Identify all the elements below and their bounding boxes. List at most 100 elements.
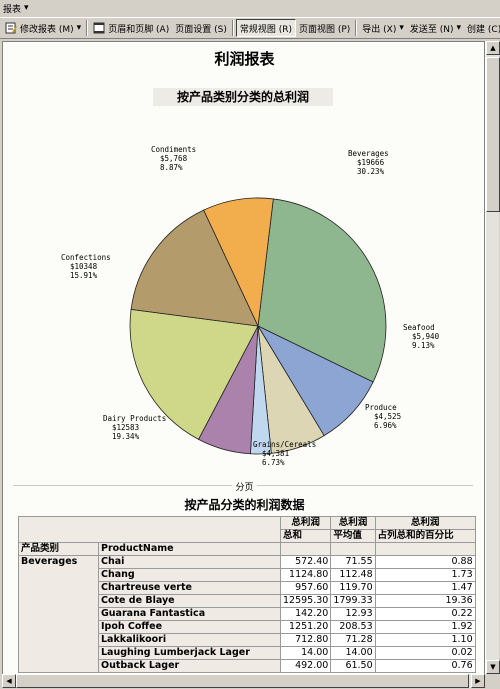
pct-cell: 0.02 bbox=[374, 646, 476, 660]
avg-cell: 14.00 bbox=[330, 646, 376, 660]
vertical-scrollbar[interactable]: ▲ ▼ bbox=[485, 41, 500, 674]
edit-report-button[interactable]: 修改报表 (M) ▾ bbox=[2, 19, 84, 37]
sum-cell: 572.40 bbox=[279, 555, 332, 569]
toolbar-separator bbox=[86, 20, 89, 36]
send-to-button[interactable]: 发送至 (N) ▾ bbox=[407, 19, 464, 37]
create-label: 创建 (C) bbox=[467, 24, 500, 35]
header-pct: 占列总和的百分比 bbox=[374, 529, 476, 543]
report-menu[interactable]: 报表 ▾ bbox=[3, 2, 29, 15]
header-footer-icon bbox=[93, 22, 105, 34]
pct-cell: 0.88 bbox=[374, 555, 476, 569]
sum-cell: 12595.30 bbox=[279, 594, 332, 608]
vertical-scroll-thumb[interactable] bbox=[486, 57, 500, 212]
create-button[interactable]: 创建 (C) ▾ bbox=[464, 19, 500, 37]
slice-label-name: Grains/Cereals bbox=[253, 440, 316, 449]
slice-label-name: Condiments bbox=[151, 145, 196, 154]
product-name-cell: Chang bbox=[98, 568, 281, 582]
sum-cell: 957.60 bbox=[279, 581, 332, 595]
avg-cell: 71.55 bbox=[330, 555, 376, 569]
report-view: 利润报表 按产品类别分类的总利润 Beverages $19666 30.23% Se… bbox=[2, 41, 485, 687]
scroll-right-button[interactable]: ▶ bbox=[471, 674, 485, 688]
header-footer-label: 页眉和页脚 (A) bbox=[108, 24, 170, 35]
dropdown-arrow-icon: ▾ bbox=[76, 23, 82, 33]
dropdown-arrow-icon: ▾ bbox=[456, 23, 462, 33]
slice-label-pct: 8.87% bbox=[160, 163, 183, 172]
product-name-cell: Laughing Lumberjack Lager bbox=[98, 646, 281, 660]
product-name-cell: Outback Lager bbox=[98, 659, 281, 673]
slice-label-amount: $12583 bbox=[112, 423, 139, 432]
export-button[interactable]: 导出 (X) ▾ bbox=[359, 19, 407, 37]
table-title: 按产品分类的利润数据 bbox=[184, 498, 305, 512]
table-body: Beverages Chai 572.40 71.55 0.88 Chang 1124.80… bbox=[18, 555, 476, 673]
normal-view-button[interactable]: 常规视图 (R) bbox=[235, 19, 296, 37]
arrow-left-icon: ◀ bbox=[6, 677, 12, 685]
sum-cell: 492.00 bbox=[279, 659, 332, 673]
header-total-profit: 总利润 bbox=[279, 516, 332, 530]
sum-cell: 1124.80 bbox=[279, 568, 332, 582]
col-product: ProductName bbox=[98, 542, 281, 556]
arrow-right-icon: ▶ bbox=[475, 677, 481, 685]
page-setup-button[interactable]: 页面设置 (S) bbox=[172, 19, 230, 37]
header-total-profit: 总利润 bbox=[330, 516, 376, 530]
header-avg: 平均值 bbox=[330, 529, 376, 543]
send-to-label: 发送至 (N) bbox=[409, 24, 454, 35]
slice-label-name: Seafood bbox=[403, 323, 435, 332]
report-menu-label: 报表 bbox=[3, 4, 22, 15]
profit-table: 总利润 总利润 总利润 总和 平均值 占列总和的百分比 产品类别 Product… bbox=[18, 516, 476, 673]
category-cell: Beverages bbox=[18, 555, 99, 673]
slice-label-amount: $10348 bbox=[70, 262, 98, 271]
report-window: 报表 ▾ 修改报表 (M) ▾ 页眉和页脚 (A) 页面设置 (S) 常规视图 … bbox=[0, 0, 500, 689]
page-view-button[interactable]: 页面视图 (P) bbox=[296, 19, 353, 37]
pct-cell: 1.10 bbox=[374, 633, 476, 647]
scroll-up-button[interactable]: ▲ bbox=[486, 41, 500, 55]
edit-report-icon bbox=[5, 22, 17, 34]
sum-cell: 712.80 bbox=[279, 633, 332, 647]
header-footer-button[interactable]: 页眉和页脚 (A) bbox=[90, 19, 172, 37]
col-category: 产品类别 bbox=[18, 542, 99, 556]
product-name-cell: Ipoh Coffee bbox=[98, 620, 281, 634]
col-empty bbox=[374, 542, 476, 556]
table-row: Beverages Chai 572.40 71.55 0.88 bbox=[18, 555, 476, 673]
slice-label-amount: $4,381 bbox=[262, 449, 289, 458]
scroll-down-button[interactable]: ▼ bbox=[486, 660, 500, 674]
pct-cell: 1.73 bbox=[374, 568, 476, 582]
product-name-cell: Guarana Fantastica bbox=[98, 607, 281, 621]
dropdown-arrow-icon: ▾ bbox=[399, 23, 404, 33]
slice-label-pct: 9.13% bbox=[412, 341, 435, 350]
edit-report-label: 修改报表 (M) bbox=[20, 24, 74, 35]
avg-cell: 112.48 bbox=[330, 568, 376, 582]
slice-label-pct: 19.34% bbox=[112, 432, 140, 441]
arrow-down-icon: ▼ bbox=[490, 663, 496, 671]
menubar: 报表 ▾ bbox=[0, 0, 500, 16]
product-name-cell: Cote de Blaye bbox=[98, 594, 281, 608]
horizontal-scrollbar[interactable]: ◀ ▶ bbox=[2, 674, 485, 688]
page-view-label: 页面视图 (P) bbox=[298, 24, 351, 35]
slice-label-amount: $5,768 bbox=[160, 154, 188, 163]
col-empty bbox=[279, 542, 332, 556]
slice-label-name: Confections bbox=[61, 253, 111, 262]
slice-label-pct: 15.91% bbox=[70, 271, 98, 280]
product-name-cell: Lakkalikoori bbox=[98, 633, 281, 647]
arrow-up-icon: ▲ bbox=[490, 44, 496, 52]
sum-cell: 142.20 bbox=[279, 607, 332, 621]
avg-cell: 1799.33 bbox=[330, 594, 376, 608]
avg-cell: 71.28 bbox=[330, 633, 376, 647]
toolbar-separator bbox=[231, 20, 234, 36]
scroll-left-button[interactable]: ◀ bbox=[2, 674, 16, 688]
dropdown-arrow-icon: ▾ bbox=[24, 3, 29, 13]
horizontal-scroll-thumb[interactable] bbox=[16, 674, 469, 688]
sum-cell: 14.00 bbox=[279, 646, 332, 660]
sum-cell: 1251.20 bbox=[279, 620, 332, 634]
header-total-profit: 总利润 bbox=[374, 516, 476, 530]
export-label: 导出 (X) bbox=[362, 24, 397, 35]
avg-cell: 12.93 bbox=[330, 607, 376, 621]
slice-label-name: Dairy Products bbox=[103, 414, 166, 423]
normal-view-label: 常规视图 (R) bbox=[239, 24, 292, 35]
slice-label-amount: $19666 bbox=[357, 158, 385, 167]
product-name-cell: Chai bbox=[98, 555, 281, 569]
toolbar: 修改报表 (M) ▾ 页眉和页脚 (A) 页面设置 (S) 常规视图 (R) 页… bbox=[0, 17, 500, 39]
col-empty bbox=[330, 542, 376, 556]
page-break-text: 分页 bbox=[232, 483, 257, 493]
avg-cell: 61.50 bbox=[330, 659, 376, 673]
pct-cell: 1.47 bbox=[374, 581, 476, 595]
